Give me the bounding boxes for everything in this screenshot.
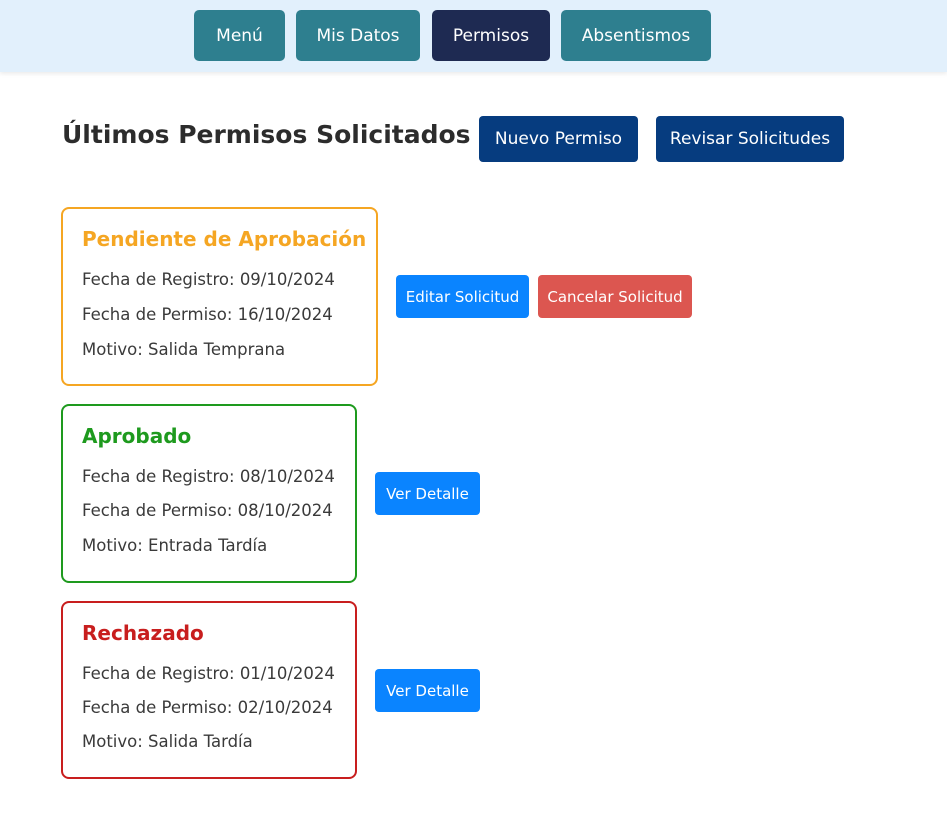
card-reason: Motivo: Salida Temprana	[82, 340, 286, 359]
page-title: Últimos Permisos Solicitados	[62, 120, 471, 149]
top-navigation-bar: Menú Mis Datos Permisos Absentismos	[0, 0, 947, 72]
card-reason: Motivo: Salida Tardía	[82, 732, 253, 751]
view-detail-button[interactable]: Ver Detalle	[375, 669, 480, 712]
nav-menu-button[interactable]: Menú	[194, 10, 285, 61]
nav-absentismos-button[interactable]: Absentismos	[561, 10, 711, 61]
card-reason: Motivo: Entrada Tardía	[82, 536, 268, 555]
card-registration-date: Fecha de Registro: 01/10/2024	[82, 664, 335, 683]
edit-request-button[interactable]: Editar Solicitud	[396, 275, 529, 318]
card-permission-date: Fecha de Permiso: 02/10/2024	[82, 698, 333, 717]
card-status-title: Aprobado	[82, 424, 192, 448]
nav-permisos-button[interactable]: Permisos	[432, 10, 550, 61]
review-requests-button[interactable]: Revisar Solicitudes	[656, 116, 844, 162]
permission-card-pending: Pendiente de Aprobación Fecha de Registr…	[61, 207, 378, 386]
card-registration-date: Fecha de Registro: 08/10/2024	[82, 467, 335, 486]
permission-card-approved: Aprobado Fecha de Registro: 08/10/2024 F…	[61, 404, 357, 583]
view-detail-button[interactable]: Ver Detalle	[375, 472, 480, 515]
nav-mis-datos-button[interactable]: Mis Datos	[296, 10, 420, 61]
card-permission-date: Fecha de Permiso: 16/10/2024	[82, 305, 333, 324]
cancel-request-button[interactable]: Cancelar Solicitud	[538, 275, 692, 318]
card-status-title: Rechazado	[82, 621, 204, 645]
permission-card-rejected: Rechazado Fecha de Registro: 01/10/2024 …	[61, 601, 357, 779]
card-registration-date: Fecha de Registro: 09/10/2024	[82, 270, 335, 289]
card-permission-date: Fecha de Permiso: 08/10/2024	[82, 501, 333, 520]
new-permission-button[interactable]: Nuevo Permiso	[479, 116, 638, 162]
card-status-title: Pendiente de Aprobación	[82, 227, 367, 251]
